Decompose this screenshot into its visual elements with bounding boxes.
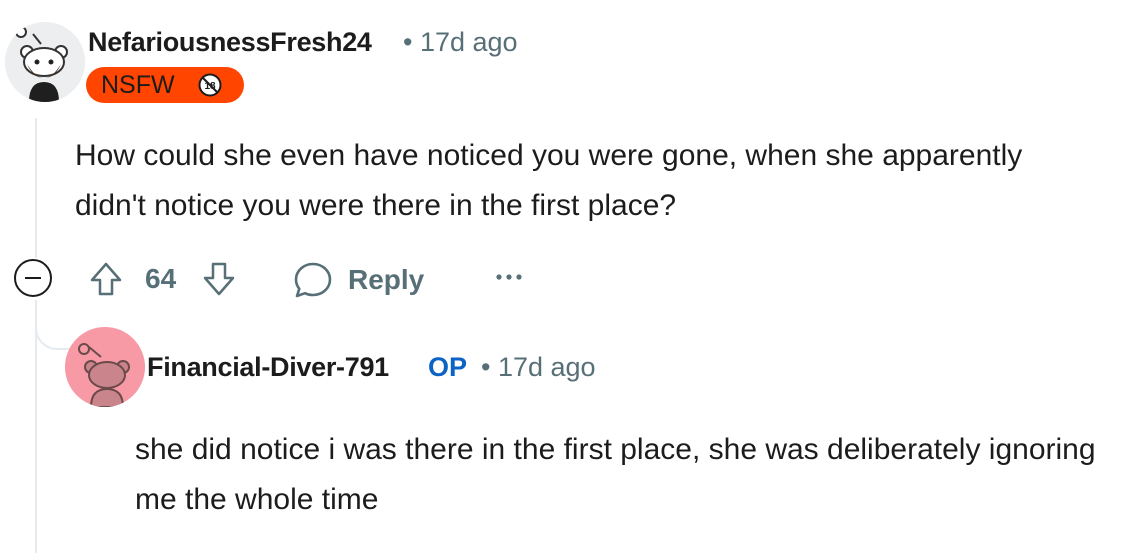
comment-time[interactable]: 17d ago	[498, 352, 596, 382]
reply-thread-connector	[35, 300, 71, 350]
collapse-thread-button[interactable]	[14, 259, 52, 297]
comment-time[interactable]: 17d ago	[420, 27, 518, 57]
comment-body: she did notice i was there in the first …	[135, 433, 1096, 516]
op-badge: OP	[428, 352, 468, 382]
thread-line[interactable]	[35, 300, 37, 553]
upvote-icon[interactable]	[87, 260, 125, 298]
comment-bubble-icon	[294, 262, 332, 298]
more-options-icon[interactable]	[494, 270, 524, 284]
avatar[interactable]	[65, 327, 145, 407]
separator: •	[403, 27, 413, 57]
separator: •	[481, 352, 491, 382]
avatar[interactable]	[5, 22, 85, 102]
comment-meta: • 17d ago	[481, 352, 596, 383]
comment-author[interactable]: Financial-Diver-791	[147, 352, 389, 383]
comment-body: How could she even have noticed you were…	[75, 139, 1023, 222]
reply-label: Reply	[348, 264, 425, 295]
vote-count: 64	[145, 263, 177, 294]
reply-button[interactable]: Reply	[292, 258, 424, 302]
nsfw-badge: NSFW 18	[86, 67, 244, 103]
thread-line[interactable]	[35, 118, 37, 258]
snoo-avatar-icon	[65, 327, 145, 407]
comment-author[interactable]: NefariousnessFresh24	[88, 27, 372, 58]
comment-meta: • 17d ago	[403, 27, 518, 58]
nsfw-label: NSFW	[101, 71, 175, 99]
downvote-icon[interactable]	[200, 260, 238, 298]
snoo-avatar-icon	[5, 22, 85, 102]
comment-thread: NefariousnessFresh24 • 17d ago NSFW 18 H…	[0, 0, 1121, 553]
nsfw-18-icon: 18	[198, 73, 222, 97]
